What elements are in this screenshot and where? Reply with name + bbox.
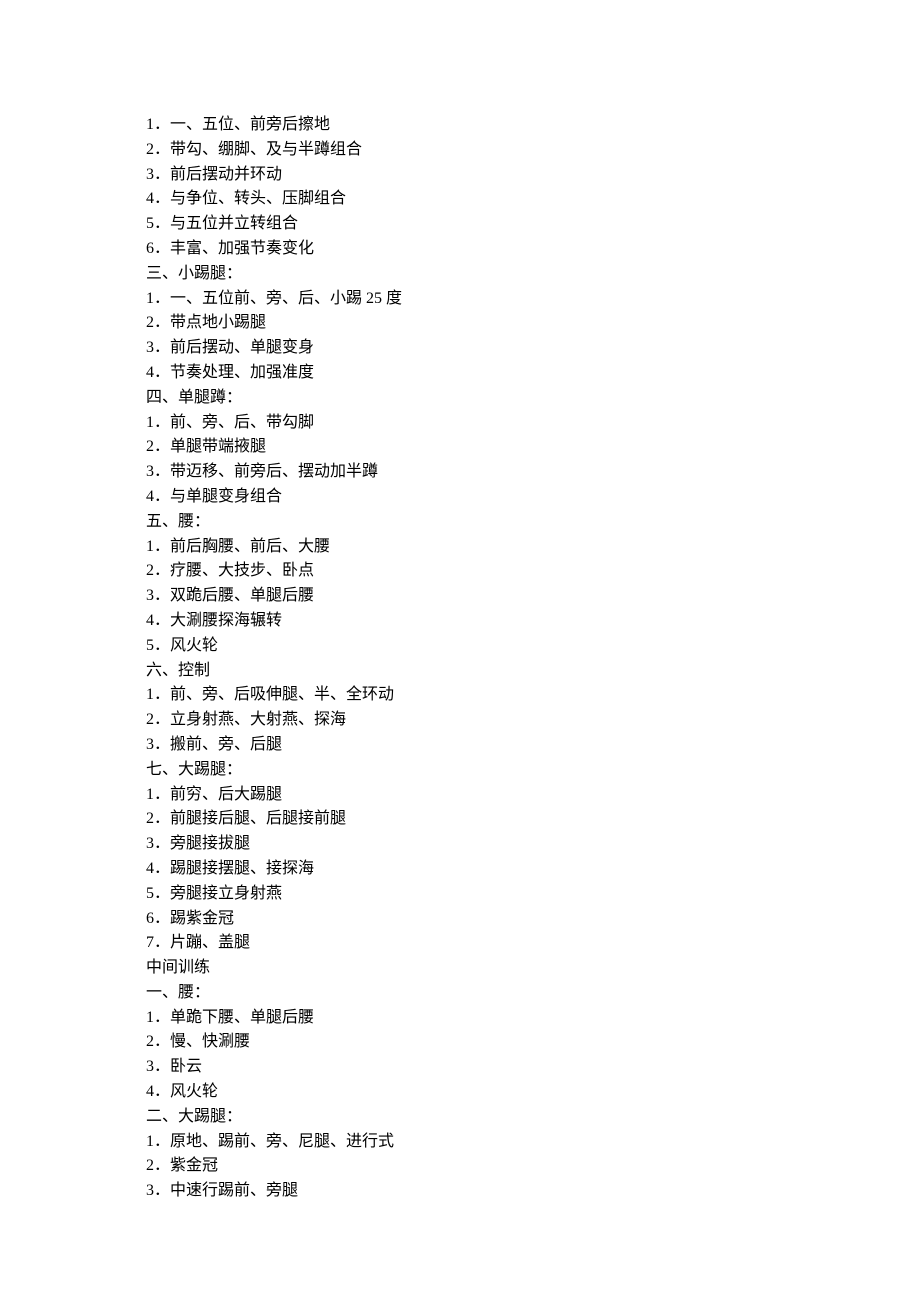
text-line: 3．搬前、旁、后腿: [146, 733, 920, 758]
text-line: 1．一、五位、前旁后擦地: [146, 113, 920, 138]
text-line: 4．与单腿变身组合: [146, 485, 920, 510]
text-line: 3．旁腿接拔腿: [146, 832, 920, 857]
text-line: 1．原地、踢前、旁、尼腿、进行式: [146, 1130, 920, 1155]
text-line: 2．单腿带端掖腿: [146, 435, 920, 460]
text-line: 二、大踢腿：: [146, 1105, 920, 1130]
text-line: 2．带勾、绷脚、及与半蹲组合: [146, 138, 920, 163]
text-line: 4．与争位、转头、压脚组合: [146, 187, 920, 212]
text-line: 1．前穷、后大踢腿: [146, 783, 920, 808]
text-line: 1．前、旁、后、带勾脚: [146, 411, 920, 436]
text-line: 5．风火轮: [146, 634, 920, 659]
text-line: 三、小踢腿：: [146, 262, 920, 287]
text-line: 2．立身射燕、大射燕、探海: [146, 708, 920, 733]
document-body: 1．一、五位、前旁后擦地2．带勾、绷脚、及与半蹲组合3．前后摆动并环动4．与争位…: [146, 113, 920, 1204]
text-line: 七、大踢腿：: [146, 758, 920, 783]
text-line: 4．风火轮: [146, 1080, 920, 1105]
text-line: 5．旁腿接立身射燕: [146, 882, 920, 907]
text-line: 1．前后胸腰、前后、大腰: [146, 535, 920, 560]
text-line: 2．疗腰、大技步、卧点: [146, 559, 920, 584]
text-line: 5．与五位并立转组合: [146, 212, 920, 237]
text-line: 4．大涮腰探海辗转: [146, 609, 920, 634]
text-line: 3．前后摆动并环动: [146, 163, 920, 188]
text-line: 2．前腿接后腿、后腿接前腿: [146, 807, 920, 832]
text-line: 4．节奏处理、加强准度: [146, 361, 920, 386]
text-line: 1．一、五位前、旁、后、小踢 25 度: [146, 287, 920, 312]
text-line: 2．慢、快涮腰: [146, 1030, 920, 1055]
text-line: 2．紫金冠: [146, 1154, 920, 1179]
text-line: 6．踢紫金冠: [146, 907, 920, 932]
text-line: 4．踢腿接摆腿、接探海: [146, 857, 920, 882]
text-line: 一、腰：: [146, 981, 920, 1006]
text-line: 7．片蹦、盖腿: [146, 931, 920, 956]
text-line: 六、控制: [146, 659, 920, 684]
text-line: 1．前、旁、后吸伸腿、半、全环动: [146, 683, 920, 708]
text-line: 6．丰富、加强节奏变化: [146, 237, 920, 262]
text-line: 五、腰：: [146, 510, 920, 535]
text-line: 3．卧云: [146, 1055, 920, 1080]
text-line: 3．双跪后腰、单腿后腰: [146, 584, 920, 609]
text-line: 3．中速行踢前、旁腿: [146, 1179, 920, 1204]
text-line: 3．前后摆动、单腿变身: [146, 336, 920, 361]
text-line: 中间训练: [146, 956, 920, 981]
text-line: 四、单腿蹲：: [146, 386, 920, 411]
text-line: 1．单跪下腰、单腿后腰: [146, 1006, 920, 1031]
text-line: 2．带点地小踢腿: [146, 311, 920, 336]
text-line: 3．带迈移、前旁后、摆动加半蹲: [146, 460, 920, 485]
